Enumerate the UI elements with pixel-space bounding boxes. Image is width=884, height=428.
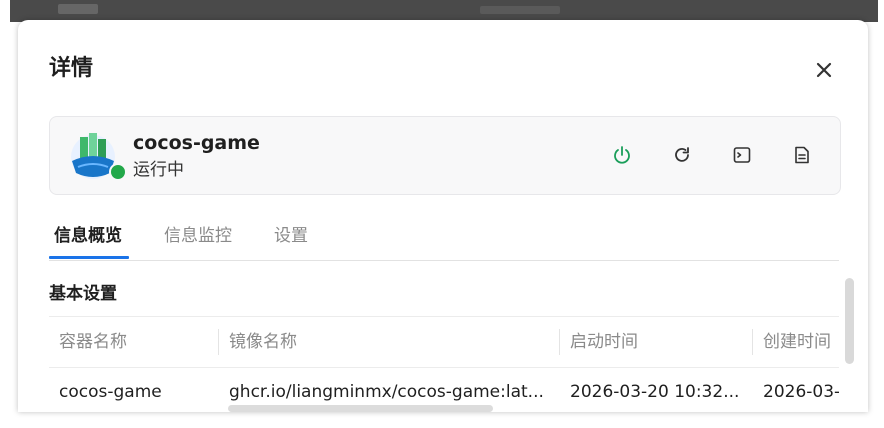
app-status-text: 运行中 bbox=[133, 160, 184, 180]
cell-created-time: 2026-03- bbox=[763, 382, 839, 402]
tab-bar: 信息概览 信息监控 设置 bbox=[49, 216, 839, 261]
cell-image-name: ghcr.io/liangminmx/cocos-game:lat... bbox=[229, 382, 544, 402]
column-header-start-time: 启动时间 bbox=[570, 332, 638, 352]
tab-monitoring[interactable]: 信息监控 bbox=[164, 224, 232, 248]
power-button[interactable] bbox=[608, 141, 636, 169]
column-divider[interactable] bbox=[559, 329, 560, 355]
dialog-title: 详情 bbox=[49, 56, 94, 81]
column-divider[interactable] bbox=[752, 329, 753, 355]
details-dialog: 详情 cocos-game 运行中 信息概览 信息监控 设置 基本设置 容器名称… bbox=[18, 20, 868, 412]
app-name: cocos-game bbox=[133, 132, 260, 154]
section-title: 基本设置 bbox=[49, 284, 117, 304]
tab-overview[interactable]: 信息概览 bbox=[54, 224, 122, 248]
cell-start-time: 2026-03-20 10:32... bbox=[570, 382, 740, 402]
running-status-indicator bbox=[109, 163, 127, 181]
column-divider[interactable] bbox=[218, 329, 219, 355]
power-icon bbox=[614, 146, 630, 164]
logs-button[interactable] bbox=[788, 141, 816, 169]
background-text-fragment bbox=[58, 4, 98, 14]
terminal-icon bbox=[733, 147, 751, 163]
app-summary-card: cocos-game 运行中 bbox=[49, 116, 841, 195]
restart-button[interactable] bbox=[668, 141, 696, 169]
terminal-button[interactable] bbox=[728, 141, 756, 169]
close-button[interactable] bbox=[806, 56, 842, 84]
refresh-icon bbox=[675, 147, 689, 162]
close-icon bbox=[816, 62, 832, 78]
active-tab-indicator bbox=[49, 256, 129, 259]
basic-settings-table: 容器名称 镜像名称 启动时间 创建时间 cocos-game ghcr.io/l… bbox=[49, 316, 839, 412]
horizontal-scrollbar[interactable] bbox=[228, 405, 493, 412]
tab-settings[interactable]: 设置 bbox=[274, 224, 308, 248]
column-header-container-name: 容器名称 bbox=[59, 332, 127, 352]
table-header-row: 容器名称 镜像名称 启动时间 创建时间 bbox=[49, 316, 839, 368]
cell-container-name: cocos-game bbox=[59, 382, 162, 402]
column-header-created-time: 创建时间 bbox=[763, 332, 831, 352]
vertical-scrollbar[interactable] bbox=[845, 278, 854, 364]
log-document-icon bbox=[795, 146, 809, 164]
column-header-image-name: 镜像名称 bbox=[229, 332, 297, 352]
background-app-header bbox=[10, 0, 878, 22]
background-text-fragment bbox=[480, 6, 560, 14]
